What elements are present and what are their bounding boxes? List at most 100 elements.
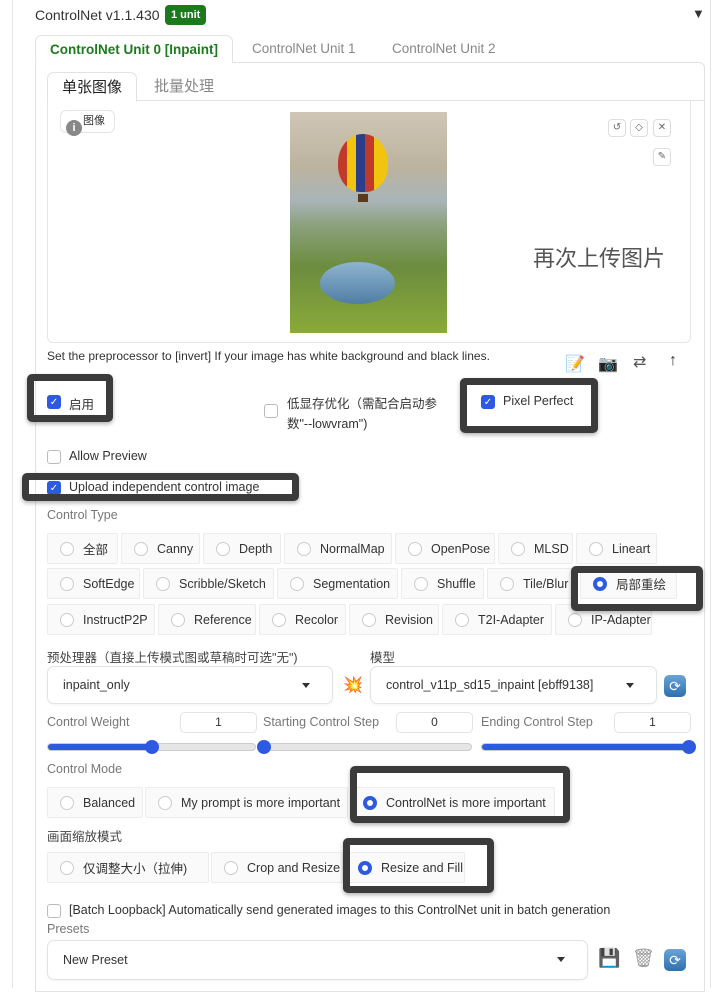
model-dropdown[interactable]: control_v11p_sd15_inpaint [ebff9138] <box>370 666 657 704</box>
lowvram-checkbox[interactable] <box>264 404 278 418</box>
run-preprocessor-icon[interactable]: 💥 <box>343 675 363 695</box>
panel-title: ControlNet v1.1.430 <box>35 7 160 23</box>
radio-circle <box>408 541 422 556</box>
lowvram-label-2: 数"--lowvram") <box>287 417 368 431</box>
radio-option[interactable]: Depth <box>203 533 281 564</box>
radio-option[interactable]: Scribble/Sketch <box>143 568 274 599</box>
unit-count-badge: 1 unit <box>165 5 207 25</box>
slider-label: Control Weight <box>47 715 130 729</box>
allow-preview-checkbox[interactable] <box>47 450 61 464</box>
tab-unit-1[interactable]: ControlNet Unit 1 <box>238 35 370 63</box>
radio-option[interactable]: 全部 <box>47 533 118 564</box>
upload-arrow-icon[interactable]: ↑ <box>669 352 677 370</box>
radio-option[interactable]: Recolor <box>259 604 346 635</box>
radio-option[interactable]: Lineart <box>576 533 657 564</box>
allow-preview-label: Allow Preview <box>69 449 147 463</box>
tab-unit-0[interactable]: ControlNet Unit 0 [Inpaint] <box>35 35 233 63</box>
refresh-icon[interactable]: ⟳ <box>664 675 686 697</box>
radio-label: NormalMap <box>320 541 385 556</box>
radio-circle <box>158 795 172 810</box>
radio-label: OpenPose <box>431 541 491 556</box>
slider-number-input[interactable]: 1 <box>614 712 691 733</box>
radio-option[interactable]: Canny <box>121 533 200 564</box>
radio-circle <box>224 860 238 875</box>
save-icon[interactable]: 💾 <box>598 948 620 969</box>
trash-icon[interactable]: 🗑 <box>632 948 655 969</box>
control-type-label: Control Type <box>47 508 118 522</box>
radio-circle <box>362 612 376 627</box>
close-icon[interactable]: ✕ <box>653 119 671 137</box>
radio-label: Scribble/Sketch <box>179 576 266 591</box>
tab-unit-2[interactable]: ControlNet Unit 2 <box>378 35 510 63</box>
slider-number-input[interactable]: 0 <box>396 712 473 733</box>
radio-circle <box>60 576 74 591</box>
radio-label: IP-Adapter <box>591 612 651 627</box>
radio-circle <box>60 860 74 875</box>
swap-icon[interactable]: ⇄ <box>633 352 646 372</box>
radio-option[interactable]: Shuffle <box>401 568 484 599</box>
presets-dropdown[interactable]: New Preset <box>47 940 588 980</box>
radio-option[interactable]: Crop and Resize <box>211 852 343 883</box>
slider-thumb[interactable] <box>257 740 271 754</box>
radio-circle <box>500 576 514 591</box>
resize-mode-label: 画面缩放模式 <box>47 830 123 844</box>
slider-track[interactable] <box>257 740 472 754</box>
slider-label: Starting Control Step <box>263 715 380 729</box>
preprocessor-hint: Set the preprocessor to [invert] If your… <box>47 349 490 363</box>
radio-circle <box>455 612 469 627</box>
presets-value: New Preset <box>63 953 128 967</box>
model-label: 模型 <box>370 651 396 665</box>
radio-label: Balanced <box>83 795 136 810</box>
slider-number-input[interactable]: 1 <box>180 712 257 733</box>
presets-refresh-icon[interactable]: ⟳ <box>664 949 686 971</box>
radio-circle <box>297 541 311 556</box>
tab-batch[interactable]: 批量处理 <box>140 72 228 100</box>
radio-option[interactable]: My prompt is more important <box>145 787 348 818</box>
presets-label: Presets <box>47 922 90 936</box>
edit-icon[interactable]: 📝 <box>565 354 585 374</box>
slider-track[interactable] <box>481 740 696 754</box>
slider-thumb[interactable] <box>682 740 696 754</box>
slider-track[interactable] <box>47 740 256 754</box>
radio-option[interactable]: NormalMap <box>284 533 392 564</box>
radio-circle <box>134 541 148 556</box>
radio-option[interactable]: OpenPose <box>395 533 495 564</box>
highlight-box <box>571 566 703 611</box>
batch-loopback-checkbox[interactable] <box>47 904 61 918</box>
radio-option[interactable]: SoftEdge <box>47 568 140 599</box>
radio-label: 全部 <box>83 543 109 557</box>
tab-single-image[interactable]: 单张图像 <box>47 72 138 102</box>
radio-option[interactable]: Reference <box>158 604 256 635</box>
radio-label: Tile/Blur <box>523 576 569 591</box>
radio-circle <box>60 612 74 627</box>
brush-icon[interactable]: ✎ <box>653 148 671 166</box>
highlight-box <box>27 374 113 422</box>
preprocessor-value: inpaint_only <box>63 678 130 692</box>
batch-loopback-label: [Batch Loopback] Automatically send gene… <box>69 903 611 917</box>
radio-circle <box>589 541 603 556</box>
radio-label: Shuffle <box>437 576 476 591</box>
uploaded-image <box>290 112 447 333</box>
radio-circle <box>568 612 582 627</box>
radio-label: Depth <box>239 541 273 556</box>
radio-option[interactable]: T2I-Adapter <box>442 604 552 635</box>
radio-option[interactable]: InstructP2P <box>47 604 155 635</box>
triangle-down-icon[interactable]: ▼ <box>692 6 705 21</box>
radio-label: 仅调整大小（拉伸) <box>83 862 188 876</box>
radio-option[interactable]: Tile/Blur <box>487 568 577 599</box>
radio-option[interactable]: 仅调整大小（拉伸) <box>47 852 209 883</box>
slider-thumb[interactable] <box>144 740 159 754</box>
preprocessor-dropdown[interactable]: inpaint_only <box>47 666 333 704</box>
radio-option[interactable]: Segmentation <box>277 568 398 599</box>
radio-option[interactable]: Revision <box>349 604 439 635</box>
radio-option[interactable]: MLSD <box>498 533 573 564</box>
control-mode-label: Control Mode <box>47 762 123 776</box>
radio-option[interactable]: Balanced <box>47 787 143 818</box>
undo-icon[interactable]: ↺ <box>608 119 626 137</box>
radio-label: Canny <box>157 541 194 556</box>
radio-label: My prompt is more important <box>181 795 341 810</box>
eraser-icon[interactable]: ◇ <box>630 119 648 137</box>
radio-label: InstructP2P <box>83 612 148 627</box>
radio-label: Reference <box>194 612 252 627</box>
camera-icon[interactable]: 📷 <box>598 354 618 374</box>
